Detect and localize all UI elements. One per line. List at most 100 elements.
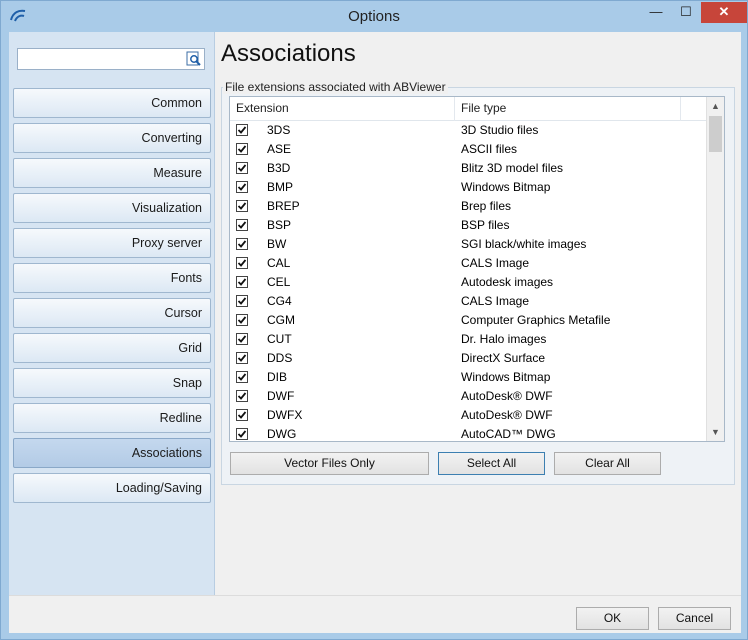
checkbox[interactable]	[236, 428, 248, 440]
scroll-up-icon[interactable]: ▲	[707, 97, 724, 115]
associations-list[interactable]: Extension File type 3DS 3D Studio files AS…	[229, 96, 725, 442]
search-icon[interactable]	[186, 51, 202, 67]
cancel-button[interactable]: Cancel	[658, 607, 731, 630]
checkmark-icon	[237, 145, 247, 153]
checkbox[interactable]	[236, 409, 248, 421]
checkmark-icon	[237, 392, 247, 400]
select-all-button[interactable]: Select All	[438, 452, 545, 475]
sidebar-item-associations[interactable]: Associations	[13, 438, 211, 468]
checkbox[interactable]	[236, 371, 248, 383]
sidebar-item-loading-saving[interactable]: Loading/Saving	[13, 473, 211, 503]
maximize-button[interactable]: ☐	[671, 2, 701, 23]
list-item[interactable]: DWFX AutoDesk® DWF	[230, 406, 706, 425]
checkbox[interactable]	[236, 276, 248, 288]
extension-cell: CUT	[267, 332, 292, 346]
checkmark-icon	[237, 202, 247, 210]
list-item[interactable]: BSP BSP files	[230, 216, 706, 235]
main-panel: Associations File extensions associated …	[215, 32, 741, 595]
checkmark-icon	[237, 183, 247, 191]
checkbox[interactable]	[236, 257, 248, 269]
extension-cell: CAL	[267, 256, 291, 270]
checkbox[interactable]	[236, 238, 248, 250]
vertical-scrollbar[interactable]: ▲ ▼	[706, 97, 724, 441]
vector-files-only-button[interactable]: Vector Files Only	[230, 452, 429, 475]
column-header-file-type[interactable]: File type	[455, 97, 681, 121]
extension-cell: B3D	[267, 161, 291, 175]
extension-cell: BSP	[267, 218, 292, 232]
list-item[interactable]: DDS DirectX Surface	[230, 349, 706, 368]
sidebar-item-converting[interactable]: Converting	[13, 123, 211, 153]
sidebar-item-proxy-server[interactable]: Proxy server	[13, 228, 211, 258]
list-item[interactable]: BW SGI black/white images	[230, 235, 706, 254]
file-type-cell: Computer Graphics Metafile	[461, 313, 611, 327]
list-item[interactable]: ASE ASCII files	[230, 140, 706, 159]
extension-cell: CEL	[267, 275, 291, 289]
minimize-button[interactable]: —	[641, 2, 671, 23]
checkbox[interactable]	[236, 352, 248, 364]
sidebar-item-common[interactable]: Common	[13, 88, 211, 118]
checkbox[interactable]	[236, 143, 248, 155]
file-type-cell: AutoDesk® DWF	[461, 408, 553, 422]
sidebar-item-visualization[interactable]: Visualization	[13, 193, 211, 223]
title-bar[interactable]: Options — ☐ ✕	[1, 1, 747, 32]
list-item[interactable]: B3D Blitz 3D model files	[230, 159, 706, 178]
list-item[interactable]: CUT Dr. Halo images	[230, 330, 706, 349]
list-item[interactable]: CG4 CALS Image	[230, 292, 706, 311]
checkmark-icon	[237, 297, 247, 305]
scroll-thumb[interactable]	[709, 116, 722, 152]
scroll-down-icon[interactable]: ▼	[707, 423, 724, 441]
file-type-cell: Dr. Halo images	[461, 332, 547, 346]
checkmark-icon	[237, 316, 247, 324]
list-item[interactable]: CEL Autodesk images	[230, 273, 706, 292]
sidebar-item-redline[interactable]: Redline	[13, 403, 211, 433]
checkbox[interactable]	[236, 181, 248, 193]
list-item[interactable]: 3DS 3D Studio files	[230, 121, 706, 140]
file-type-cell: CALS Image	[461, 256, 530, 270]
checkbox[interactable]	[236, 333, 248, 345]
checkmark-icon	[237, 164, 247, 172]
checkmark-icon	[237, 411, 247, 419]
window-title: Options	[348, 8, 400, 25]
list-item[interactable]: DIB Windows Bitmap	[230, 368, 706, 387]
column-header-extension[interactable]: Extension	[230, 97, 455, 121]
close-button[interactable]: ✕	[701, 2, 747, 23]
clear-all-button[interactable]: Clear All	[554, 452, 661, 475]
list-item[interactable]: CAL CALS Image	[230, 254, 706, 273]
checkbox[interactable]	[236, 390, 248, 402]
checkbox[interactable]	[236, 219, 248, 231]
dialog-footer: OK Cancel	[9, 595, 741, 633]
file-type-cell: Blitz 3D model files	[461, 161, 564, 175]
checkbox[interactable]	[236, 200, 248, 212]
list-item[interactable]: BREP Brep files	[230, 197, 706, 216]
file-type-cell: CALS Image	[461, 294, 530, 308]
checkmark-icon	[237, 278, 247, 286]
list-rows: 3DS 3D Studio files ASE ASCII files B3D Blitz…	[230, 121, 706, 441]
file-type-cell: Autodesk images	[461, 275, 554, 289]
checkmark-icon	[237, 373, 247, 381]
options-client-area: Common Converting Measure Visualization Prox…	[9, 32, 741, 633]
sidebar-item-snap[interactable]: Snap	[13, 368, 211, 398]
list-item[interactable]: DWF AutoDesk® DWF	[230, 387, 706, 406]
file-type-cell: Windows Bitmap	[461, 370, 551, 384]
file-type-cell: BSP files	[461, 218, 510, 232]
page-title: Associations	[221, 40, 356, 67]
sidebar-item-fonts[interactable]: Fonts	[13, 263, 211, 293]
extension-cell: BMP	[267, 180, 294, 194]
ok-button[interactable]: OK	[576, 607, 649, 630]
checkbox[interactable]	[236, 124, 248, 136]
sidebar-item-cursor[interactable]: Cursor	[13, 298, 211, 328]
extension-cell: BREP	[267, 199, 300, 213]
list-item[interactable]: CGM Computer Graphics Metafile	[230, 311, 706, 330]
options-window: Options — ☐ ✕ Common Converting Measure Vis…	[0, 0, 748, 640]
checkbox[interactable]	[236, 295, 248, 307]
sidebar-item-measure[interactable]: Measure	[13, 158, 211, 188]
list-item[interactable]: BMP Windows Bitmap	[230, 178, 706, 197]
checkbox[interactable]	[236, 162, 248, 174]
checkmark-icon	[237, 240, 247, 248]
search-input[interactable]	[18, 49, 183, 69]
checkbox[interactable]	[236, 314, 248, 326]
sidebar-item-grid[interactable]: Grid	[13, 333, 211, 363]
checkmark-icon	[237, 221, 247, 229]
list-item[interactable]: DWG AutoCAD™ DWG	[230, 425, 706, 441]
checkmark-icon	[237, 354, 247, 362]
